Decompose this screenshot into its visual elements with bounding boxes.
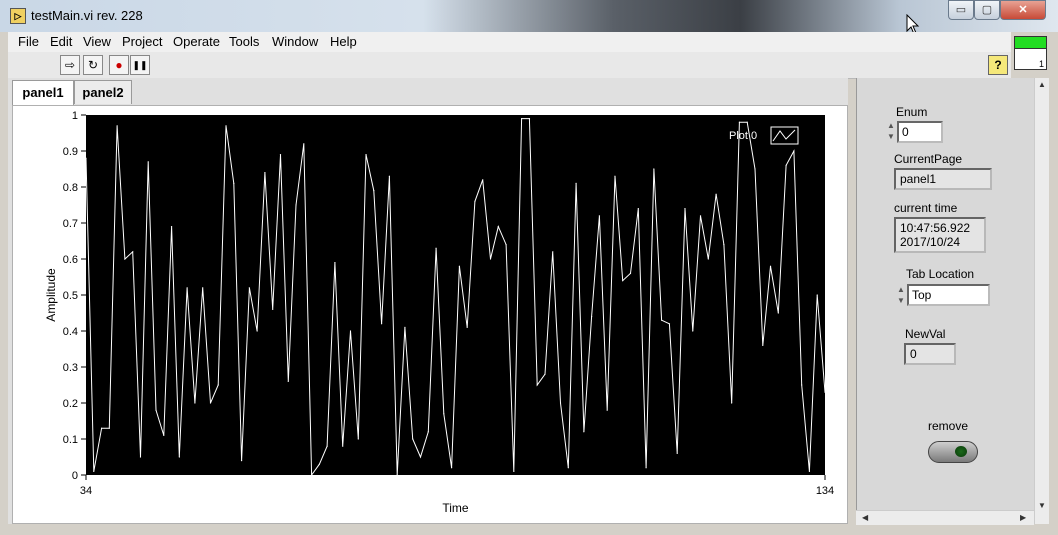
menu-view[interactable]: View — [83, 34, 111, 49]
tab-page-panel1 — [12, 105, 848, 524]
menu-window[interactable]: Window — [272, 34, 318, 49]
remove-label: remove — [928, 419, 969, 433]
newval-indicator: 0 — [904, 343, 956, 365]
current-time-indicator: 10:47:56.922 2017/10/24 — [894, 217, 986, 253]
toolbar: ⇨ ↻ ● ❚❚ ? — [8, 52, 1011, 79]
newval-label: NewVal — [905, 327, 946, 341]
tab-control: panel1 panel2 — [8, 78, 848, 524]
tab-location-label: Tab Location — [906, 267, 975, 281]
abort-icon[interactable]: ● — [109, 55, 129, 75]
menu-operate[interactable]: Operate — [173, 34, 220, 49]
scroll-left-icon[interactable]: ◀ — [862, 513, 868, 522]
menu-help[interactable]: Help — [330, 34, 357, 49]
tab-panel1[interactable]: panel1 — [12, 80, 74, 106]
menu-tools[interactable]: Tools — [229, 34, 259, 49]
scroll-up-icon[interactable]: ▲ — [1038, 80, 1046, 89]
vi-app-icon: ▷ — [10, 8, 26, 24]
run-continuously-icon[interactable]: ↻ — [83, 55, 103, 75]
pause-icon[interactable]: ❚❚ — [130, 55, 150, 75]
maximize-button[interactable]: ▢ — [974, 0, 1000, 20]
title-bar[interactable]: ▷ testMain.vi rev. 228 ▭ ▢ ✕ — [0, 0, 1058, 32]
vi-connector-icon: 1 — [1014, 36, 1047, 70]
vi-icon-number: 1 — [1038, 59, 1044, 69]
minimize-button[interactable]: ▭ — [948, 0, 974, 20]
current-time-label: current time — [894, 201, 958, 215]
window-title: testMain.vi rev. 228 — [31, 8, 143, 23]
enum-control[interactable]: 0 — [897, 121, 943, 143]
tab-panel2[interactable]: panel2 — [74, 80, 132, 104]
run-arrow-icon[interactable]: ⇨ — [60, 55, 80, 75]
scroll-down-icon[interactable]: ▼ — [1038, 501, 1046, 510]
enum-increment-arrows-icon[interactable]: ▲ ▼ — [886, 120, 896, 142]
tab-location-control[interactable]: Top — [907, 284, 990, 306]
horizontal-scrollbar[interactable]: ◀ ▶ — [856, 510, 1034, 525]
vi-icon-green-band — [1015, 37, 1046, 49]
vertical-scrollbar[interactable]: ▲ ▼ — [1034, 78, 1049, 524]
menu-project[interactable]: Project — [122, 34, 162, 49]
remove-led-icon — [955, 446, 967, 457]
current-page-indicator: panel1 — [894, 168, 992, 190]
enum-label: Enum — [896, 105, 928, 119]
scroll-right-icon[interactable]: ▶ — [1020, 513, 1026, 522]
current-page-label: CurrentPage — [894, 152, 963, 166]
context-help-button[interactable]: ? — [988, 55, 1008, 75]
menu-bar: File Edit View Project Operate Tools Win… — [8, 32, 1011, 52]
tab-location-arrows-icon[interactable]: ▲ ▼ — [896, 284, 906, 306]
menu-edit[interactable]: Edit — [50, 34, 72, 49]
menu-file[interactable]: File — [18, 34, 39, 49]
remove-button[interactable] — [928, 441, 978, 463]
close-button[interactable]: ✕ — [1000, 0, 1046, 20]
